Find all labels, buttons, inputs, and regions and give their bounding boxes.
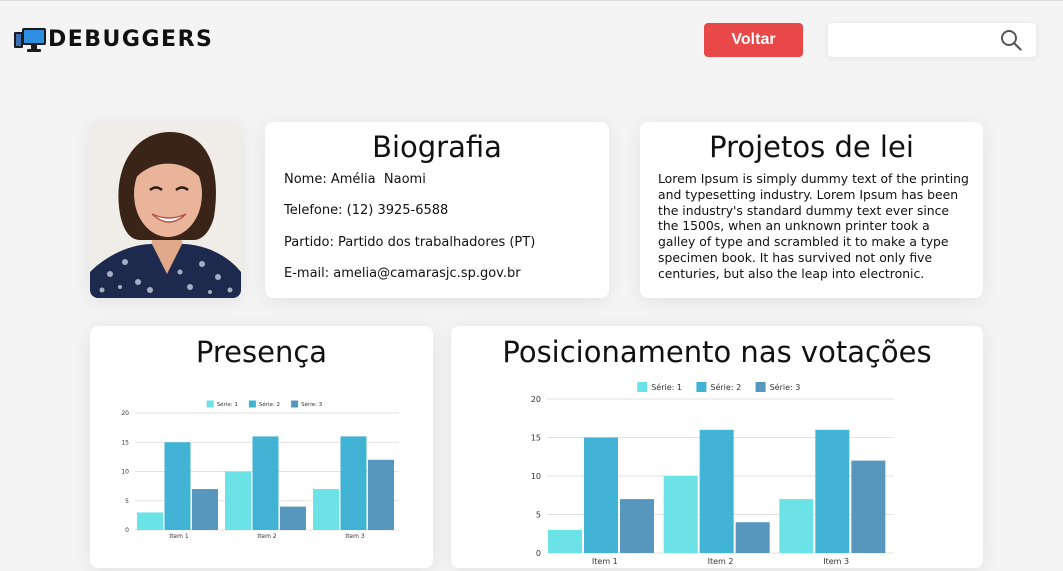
bar xyxy=(620,499,654,553)
bar xyxy=(280,506,306,530)
x-tick-label: Item 1 xyxy=(169,533,189,540)
bio-name-value: Amélia Naomi xyxy=(330,172,426,187)
profile-photo xyxy=(90,122,241,298)
legend-label: Série: 3 xyxy=(770,382,801,392)
votes-card: Posicionamento nas votações 0 5 10 15 20 Séri… xyxy=(451,326,983,568)
bio-party: Partido: Partido dos trabalhadores (PT) xyxy=(284,235,535,250)
search-input[interactable] xyxy=(836,23,1000,59)
y-tick-label: 20 xyxy=(531,395,541,404)
legend-swatch xyxy=(291,400,299,408)
bio-name: Nome: Amélia Naomi xyxy=(284,172,426,187)
x-tick-label: Item 3 xyxy=(345,533,365,540)
profile-portrait xyxy=(90,122,241,298)
projects-text: Lorem Ipsum is simply dummy text of the … xyxy=(658,171,969,281)
search-box[interactable] xyxy=(828,23,1036,59)
biography-title: Biografia xyxy=(372,130,502,164)
bio-party-label: Partido: xyxy=(284,235,334,250)
bio-email-value: amelia@camarasjc.sp.gov.br xyxy=(333,266,521,281)
bar xyxy=(137,512,163,530)
bar xyxy=(164,442,191,530)
bar xyxy=(192,489,218,530)
y-tick-label: 15 xyxy=(121,439,129,446)
bar xyxy=(225,471,251,530)
bio-email-label: E-mail: xyxy=(284,266,330,281)
y-tick-label: 15 xyxy=(531,433,541,442)
presence-card: Presença 0 5 10 15 20 Série: 1 Série: 2 Série: … xyxy=(90,326,433,568)
x-tick-label: Item 1 xyxy=(592,557,618,566)
x-tick-label: Item 3 xyxy=(823,557,849,566)
bar xyxy=(663,476,698,553)
x-tick-label: Item 2 xyxy=(257,533,277,540)
legend-label: Série: 2 xyxy=(259,401,280,408)
bio-phone-label: Telefone: xyxy=(284,203,343,218)
legend-label: Série: 1 xyxy=(651,382,682,392)
back-button[interactable]: Voltar xyxy=(704,23,803,57)
bio-email: E-mail: amelia@camarasjc.sp.gov.br xyxy=(284,266,521,281)
legend-label: Série: 2 xyxy=(710,382,741,392)
y-tick-label: 10 xyxy=(121,469,129,476)
bio-party-value: Partido dos trabalhadores (PT) xyxy=(338,235,536,250)
bar xyxy=(584,437,618,553)
bar xyxy=(368,459,394,530)
legend-swatch xyxy=(206,400,214,408)
bar xyxy=(699,429,734,553)
logo-text: DEBUGGERS xyxy=(48,27,214,52)
bar xyxy=(548,529,582,553)
bar xyxy=(313,489,339,530)
y-tick-label: 20 xyxy=(121,410,129,417)
top-divider xyxy=(0,0,1063,1)
x-tick-label: Item 2 xyxy=(708,557,734,566)
bio-phone-value: (12) 3925-6588 xyxy=(346,203,449,218)
y-tick-label: 5 xyxy=(125,498,129,505)
y-tick-label: 0 xyxy=(125,527,129,534)
biography-card: Biografia Nome: Amélia Naomi Telefone: (… xyxy=(265,122,609,298)
legend-swatch xyxy=(696,382,707,392)
presence-chart: 0 5 10 15 20 Série: 1 Série: 2 Série: 3 Item 1 It… xyxy=(121,400,399,540)
bar xyxy=(851,460,886,553)
legend-swatch xyxy=(248,400,256,408)
bar xyxy=(779,499,814,553)
y-tick-label: 5 xyxy=(536,510,541,519)
legend-label: Série: 3 xyxy=(301,401,323,408)
bio-phone: Telefone: (12) 3925-6588 xyxy=(284,203,448,218)
y-tick-label: 10 xyxy=(531,472,541,481)
computer-logo-icon xyxy=(14,28,46,52)
bar xyxy=(815,429,850,553)
bar xyxy=(252,436,279,530)
y-tick-label: 0 xyxy=(536,549,541,558)
search-icon[interactable] xyxy=(1000,29,1022,51)
projects-title: Projetos de lei xyxy=(709,130,914,164)
legend-swatch xyxy=(637,382,648,392)
bar xyxy=(340,436,367,530)
votes-chart: 0 5 10 15 20 Série: 1 Série: 2 Série: 3 Item 1 It… xyxy=(531,382,894,566)
bio-name-label: Nome: xyxy=(284,172,327,187)
logo[interactable]: DEBUGGERS xyxy=(14,27,213,53)
legend-swatch xyxy=(755,382,766,392)
projects-card: Projetos de lei Lorem Ipsum is simply du… xyxy=(640,122,983,298)
bar xyxy=(735,522,770,553)
legend-label: Série: 1 xyxy=(217,401,238,408)
